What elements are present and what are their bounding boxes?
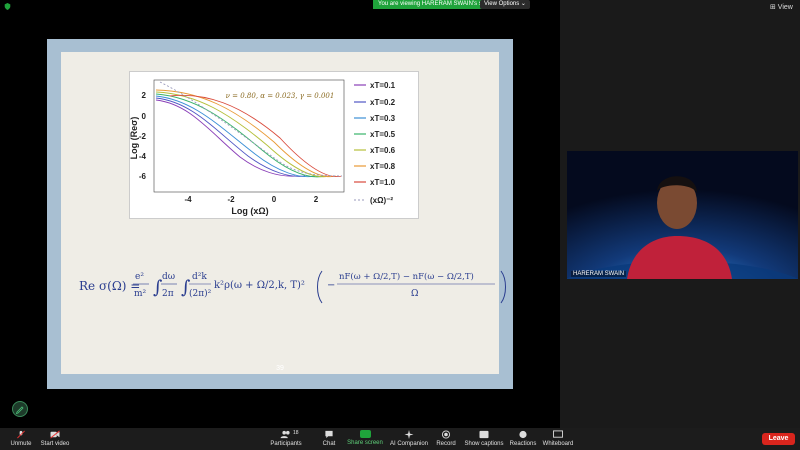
security-shield-icon[interactable] bbox=[4, 3, 11, 10]
unmute-label: Unmute bbox=[10, 441, 32, 447]
formula-lhs: Re σ(Ω) = bbox=[79, 279, 140, 293]
start-video-label: Start video bbox=[40, 441, 70, 447]
plot-figure: 2 0 -2 -4 -6 -4 -2 0 2 Log (xΩ) Log (Reσ… bbox=[129, 71, 419, 219]
legend-entry: xT=0.1 bbox=[370, 81, 396, 90]
microphone-muted-icon bbox=[17, 430, 25, 439]
ai-companion-label: AI Companion bbox=[389, 441, 429, 447]
legend-entry: xT=1.0 bbox=[370, 178, 396, 187]
ytick: -2 bbox=[139, 132, 147, 141]
record-button[interactable]: Record bbox=[435, 430, 457, 447]
legend-entry: xT=0.3 bbox=[370, 114, 396, 123]
formula-e2: e² bbox=[135, 272, 144, 282]
xtick: 0 bbox=[272, 195, 277, 204]
unmute-button[interactable]: Unmute bbox=[8, 430, 34, 447]
plot-params: ν = 0.80, α = 0.023, γ = 0.001 bbox=[226, 92, 335, 100]
ai-companion-button[interactable]: AI Companion bbox=[389, 430, 429, 447]
presentation-slide: 2 0 -2 -4 -6 -4 -2 0 2 Log (xΩ) Log (Reσ… bbox=[47, 39, 513, 389]
chat-bubble-icon bbox=[325, 430, 333, 439]
legend-entry: xT=0.2 bbox=[370, 98, 396, 107]
formula-2pi: 2π bbox=[162, 289, 174, 299]
shared-screen-area: You are viewing HARERAM SWAIN's screen V… bbox=[0, 0, 560, 428]
participants-button[interactable]: Participants 18 bbox=[268, 430, 304, 447]
view-button[interactable]: ⊞ View bbox=[770, 3, 793, 11]
x-axis-label: Log (xΩ) bbox=[231, 206, 268, 216]
formula-kernel: k²ρ(ω + Ω/2,k, T)² bbox=[214, 280, 305, 291]
participants-count: 18 bbox=[293, 430, 299, 436]
conductivity-formula: Re σ(Ω) = e² m² ∫ dω 2π ∫ d²k (2π)² k²ρ(… bbox=[77, 263, 517, 307]
whiteboard-button[interactable]: Whiteboard bbox=[542, 430, 574, 447]
legend-entry: xT=0.5 bbox=[370, 130, 396, 139]
share-screen-icon bbox=[359, 430, 371, 438]
plot-svg: 2 0 -2 -4 -6 -4 -2 0 2 Log (xΩ) Log (Reσ… bbox=[129, 79, 396, 216]
video-feed bbox=[567, 151, 798, 279]
sparkle-icon bbox=[404, 430, 414, 439]
record-icon bbox=[441, 430, 451, 439]
participants-label: Participants bbox=[270, 441, 302, 447]
formula-minus: − bbox=[327, 280, 335, 291]
chat-button[interactable]: Chat bbox=[318, 430, 340, 447]
whiteboard-icon bbox=[553, 430, 563, 438]
share-screen-label: Share screen bbox=[347, 440, 383, 446]
formula-domega: dω bbox=[162, 272, 175, 282]
formula-numerator: nF(ω + Ω/2,T) − nF(ω − Ω/2,T) bbox=[339, 271, 474, 282]
view-options-button[interactable]: View Options ⌄ bbox=[480, 0, 530, 9]
start-video-button[interactable]: Start video bbox=[40, 430, 70, 447]
ytick: -4 bbox=[139, 152, 147, 161]
annotate-pencil-icon[interactable] bbox=[12, 401, 28, 417]
legend-entry: xT=0.6 bbox=[370, 146, 396, 155]
ytick: 0 bbox=[142, 112, 147, 121]
ytick: 2 bbox=[142, 91, 147, 100]
show-captions-label: Show captions bbox=[464, 441, 504, 447]
record-label: Record bbox=[436, 441, 456, 447]
formula-m2: m² bbox=[134, 289, 147, 299]
leave-button[interactable]: Leave bbox=[762, 433, 795, 445]
curve-xt-0.1 bbox=[155, 99, 296, 177]
slide-page-number: 39 bbox=[276, 365, 284, 372]
chat-label: Chat bbox=[322, 441, 336, 447]
plot-legend: xT=0.1 xT=0.2 xT=0.3 xT=0.5 xT=0.6 xT=0.… bbox=[354, 81, 396, 205]
slide-paper: 2 0 -2 -4 -6 -4 -2 0 2 Log (xΩ) Log (Reσ… bbox=[61, 52, 506, 374]
share-screen-button[interactable]: Share screen bbox=[347, 430, 383, 446]
reactions-label: Reactions bbox=[509, 441, 537, 447]
legend-entry: (xΩ)⁻² bbox=[370, 196, 393, 205]
y-axis-label: Log (Reσ) bbox=[130, 117, 139, 160]
smiley-icon bbox=[519, 430, 527, 439]
formula-d2k: d²k bbox=[192, 272, 207, 282]
show-captions-button[interactable]: Show captions bbox=[464, 430, 504, 447]
camera-off-icon bbox=[50, 430, 60, 439]
meeting-toolbar: Unmute Start video Participants 18 Chat … bbox=[0, 428, 800, 450]
people-icon bbox=[280, 430, 290, 439]
captions-icon bbox=[479, 430, 489, 439]
ytick: -6 bbox=[139, 172, 147, 181]
formula-2pi2: (2π)² bbox=[189, 288, 212, 299]
participant-name: HARERAM SWAIN bbox=[571, 271, 627, 277]
whiteboard-label: Whiteboard bbox=[542, 441, 574, 447]
reactions-button[interactable]: Reactions bbox=[509, 430, 537, 447]
xtick: 2 bbox=[314, 195, 319, 204]
formula-denominator: Ω bbox=[411, 289, 418, 299]
xtick: -2 bbox=[227, 195, 235, 204]
participant-video-tile[interactable]: HARERAM SWAIN bbox=[567, 151, 798, 279]
xtick: -4 bbox=[184, 195, 192, 204]
legend-entry: xT=0.8 bbox=[370, 162, 396, 171]
